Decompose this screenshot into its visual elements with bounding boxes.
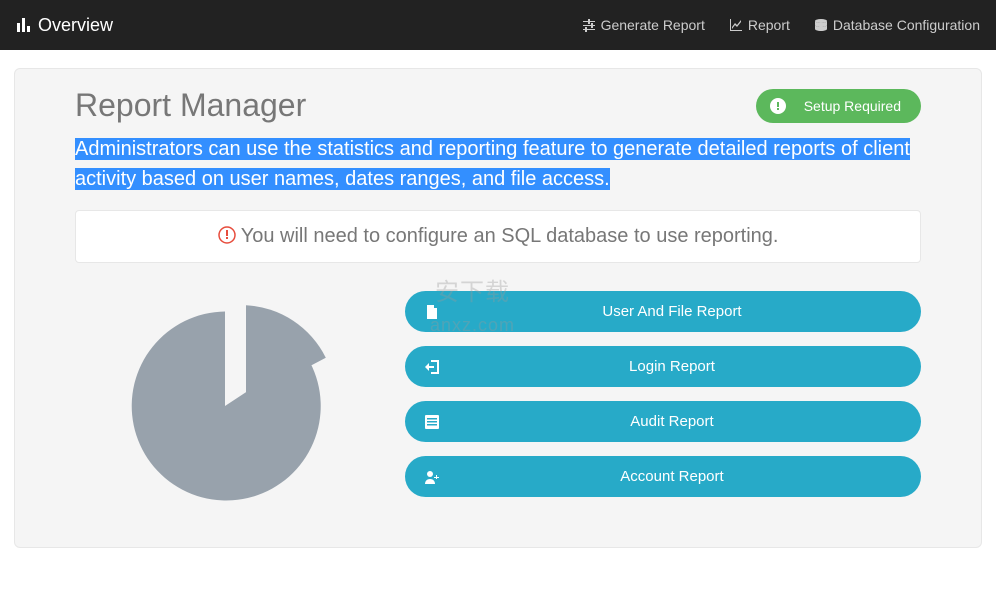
warning-text: You will need to configure an SQL databa… (236, 225, 779, 247)
action-label: Login Report (443, 358, 901, 375)
user-and-file-report-button[interactable]: User And File Report (405, 291, 921, 332)
brand-overview[interactable]: Overview (16, 15, 113, 36)
panel: Report Manager Setup Required Administra… (14, 68, 982, 548)
database-icon (814, 18, 828, 32)
row: User And File Report Login Report Audit … (75, 291, 921, 511)
lead-text: Administrators can use the statistics an… (75, 134, 921, 194)
nav-label: Generate Report (601, 17, 705, 33)
login-report-button[interactable]: Login Report (405, 346, 921, 387)
lead-selection: Administrators can use the statistics an… (75, 138, 910, 190)
login-icon (425, 360, 443, 374)
warning-icon (218, 226, 236, 244)
user-plus-icon (425, 470, 443, 484)
action-label: Audit Report (443, 413, 901, 430)
nav-label: Report (748, 17, 790, 33)
nav-report[interactable]: Report (729, 17, 790, 33)
setup-required-button[interactable]: Setup Required (756, 89, 921, 123)
account-report-button[interactable]: Account Report (405, 456, 921, 497)
topbar: Overview Generate Report Report Database… (0, 0, 996, 50)
content: Report Manager Setup Required Administra… (0, 50, 996, 566)
sliders-icon (582, 18, 596, 32)
bar-chart-icon (16, 17, 32, 33)
alert-circle-icon (770, 98, 786, 114)
topbar-right: Generate Report Report Database Configur… (582, 17, 980, 33)
actions-column: User And File Report Login Report Audit … (405, 291, 921, 511)
nav-database-configuration[interactable]: Database Configuration (814, 17, 980, 33)
action-label: User And File Report (443, 303, 901, 320)
pie-chart-icon (120, 301, 330, 511)
nav-generate-report[interactable]: Generate Report (582, 17, 705, 33)
audit-report-button[interactable]: Audit Report (405, 401, 921, 442)
file-icon (425, 305, 443, 319)
nav-label: Database Configuration (833, 17, 980, 33)
list-icon (425, 415, 443, 429)
action-label: Account Report (443, 468, 901, 485)
chart-column (75, 291, 375, 511)
brand-label: Overview (38, 15, 113, 36)
warning-well: You will need to configure an SQL databa… (75, 210, 921, 263)
panel-header: Report Manager Setup Required (75, 87, 921, 124)
page-title: Report Manager (75, 87, 306, 124)
setup-label: Setup Required (804, 98, 901, 114)
line-chart-icon (729, 18, 743, 32)
